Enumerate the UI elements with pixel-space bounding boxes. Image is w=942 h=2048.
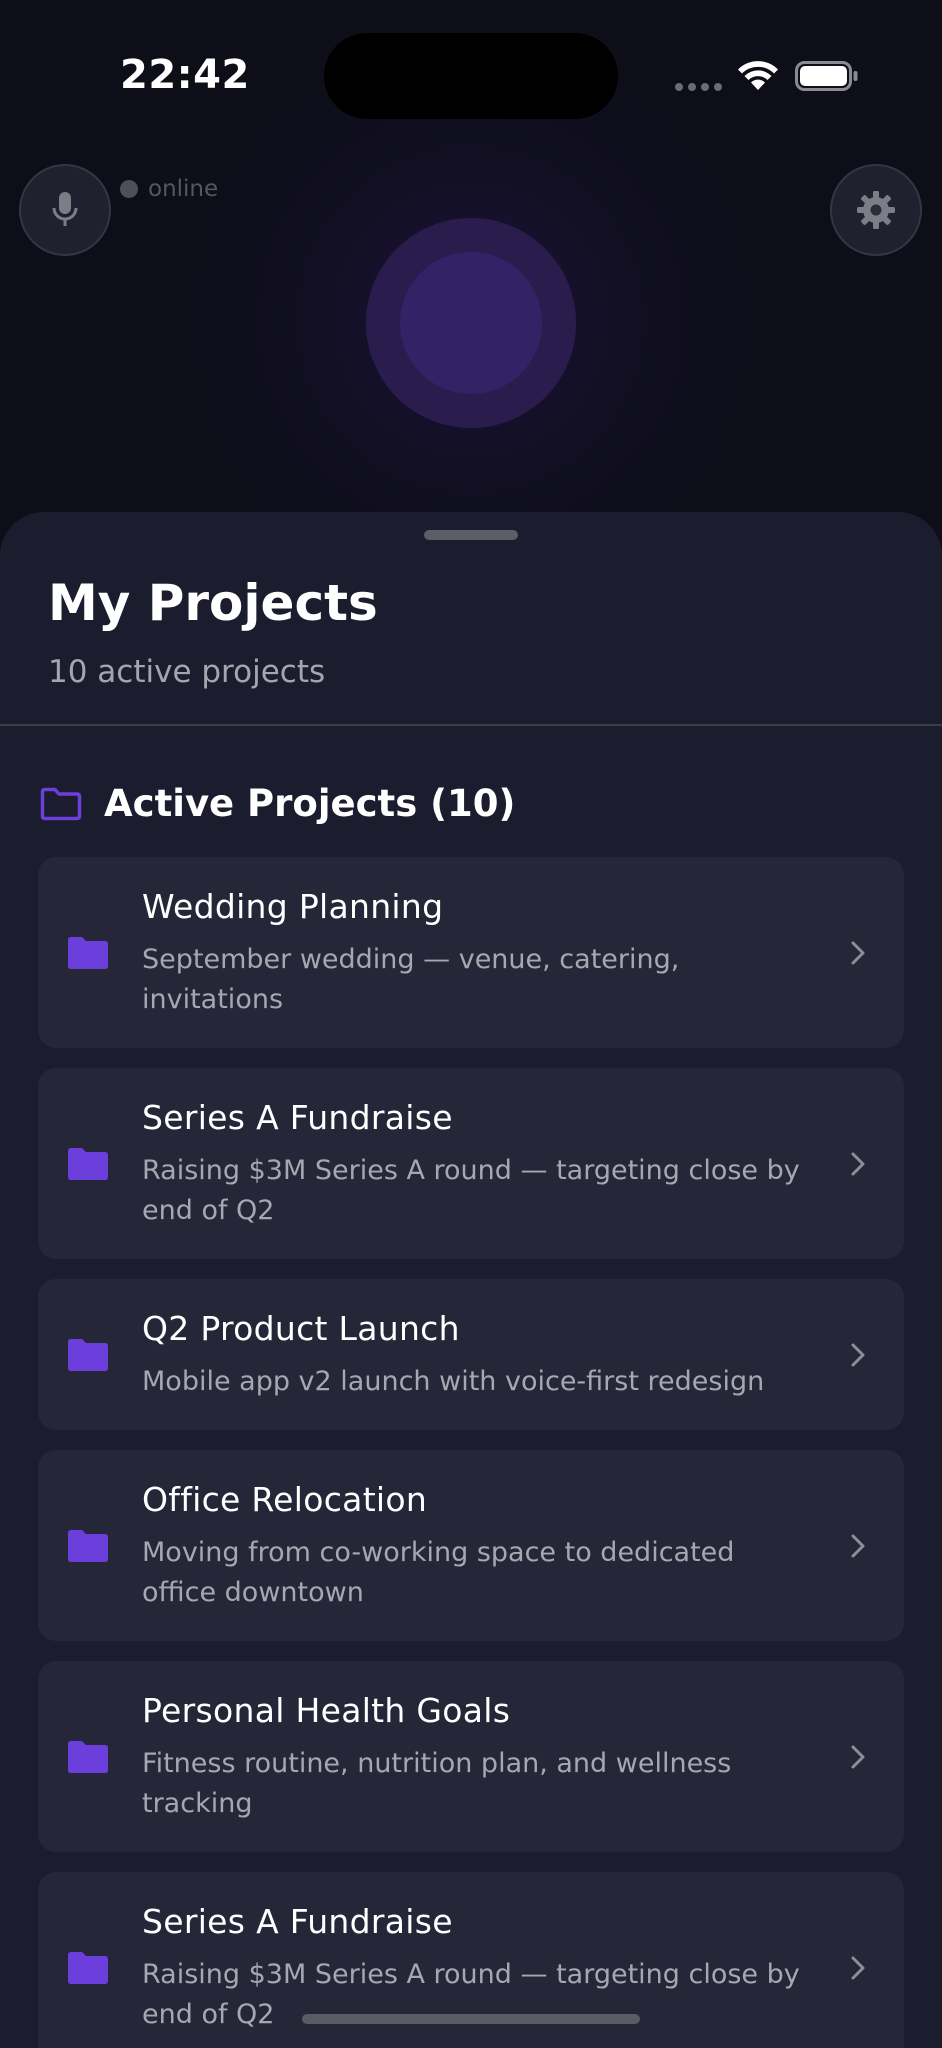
- page-subtitle: 10 active projects: [48, 654, 326, 690]
- project-title: Q2 Product Launch: [142, 1309, 460, 1348]
- project-card[interactable]: Wedding Planning September wedding — ven…: [38, 857, 904, 1048]
- section-title: Active Projects (10): [104, 782, 516, 825]
- project-description: Fitness routine, nutrition plan, and wel…: [142, 1748, 732, 1819]
- home-indicator[interactable]: [302, 2014, 640, 2024]
- project-description: Raising $3M Series A round — targeting c…: [142, 1155, 800, 1226]
- project-card[interactable]: Office Relocation Moving from co-working…: [38, 1450, 904, 1641]
- gear-icon: [857, 191, 895, 229]
- project-description: Mobile app v2 launch with voice-first re…: [142, 1366, 765, 1397]
- folder-icon: [68, 936, 108, 969]
- page-title: My Projects: [48, 574, 378, 632]
- microphone-button[interactable]: [19, 164, 111, 256]
- cellular-signal-icon: [675, 83, 722, 91]
- wifi-icon: [738, 61, 778, 90]
- project-title: Series A Fundraise: [142, 1098, 453, 1137]
- chevron-right-icon: [851, 1745, 865, 1768]
- chevron-right-icon: [851, 1956, 865, 1979]
- connection-status: online: [120, 176, 218, 202]
- folder-icon: [68, 1529, 108, 1562]
- status-time: 22:42: [120, 52, 250, 98]
- chevron-right-icon: [851, 1343, 865, 1366]
- chevron-right-icon: [851, 1534, 865, 1557]
- status-bar: 22:42: [0, 0, 942, 150]
- project-card[interactable]: Personal Health Goals Fitness routine, n…: [38, 1661, 904, 1852]
- folder-icon: [68, 1147, 108, 1180]
- connection-status-label: online: [148, 176, 219, 202]
- battery-icon: [795, 61, 858, 91]
- project-list: Wedding Planning September wedding — ven…: [38, 857, 904, 2048]
- dynamic-island: [324, 33, 618, 119]
- project-card[interactable]: Q2 Product Launch Mobile app v2 launch w…: [38, 1279, 904, 1430]
- settings-button[interactable]: [830, 164, 922, 256]
- project-description: September wedding — venue, catering, inv…: [142, 944, 680, 1015]
- section-header: Active Projects (10): [40, 782, 515, 825]
- chevron-right-icon: [851, 941, 865, 964]
- project-title: Wedding Planning: [142, 887, 444, 926]
- chevron-right-icon: [851, 1152, 865, 1175]
- app-screen: 22:42 online My Projects 10 active proje…: [0, 0, 942, 2048]
- status-dot-icon: [120, 180, 138, 198]
- folder-icon: [68, 1740, 108, 1773]
- voice-orb-core: [400, 252, 542, 394]
- folder-icon: [68, 1951, 108, 1984]
- project-title: Office Relocation: [142, 1480, 428, 1519]
- divider: [0, 724, 942, 726]
- project-title: Personal Health Goals: [142, 1691, 511, 1730]
- projects-sheet: My Projects 10 active projects Active Pr…: [0, 512, 942, 2048]
- microphone-icon: [52, 192, 78, 226]
- project-title: Series A Fundraise: [142, 1902, 453, 1941]
- voice-orb[interactable]: [366, 218, 576, 428]
- folder-outline-icon: [40, 787, 82, 820]
- project-card[interactable]: Series A Fundraise Raising $3M Series A …: [38, 1068, 904, 1259]
- project-description: Moving from co-working space to dedicate…: [142, 1537, 735, 1608]
- sheet-drag-handle[interactable]: [424, 530, 518, 540]
- folder-icon: [68, 1338, 108, 1371]
